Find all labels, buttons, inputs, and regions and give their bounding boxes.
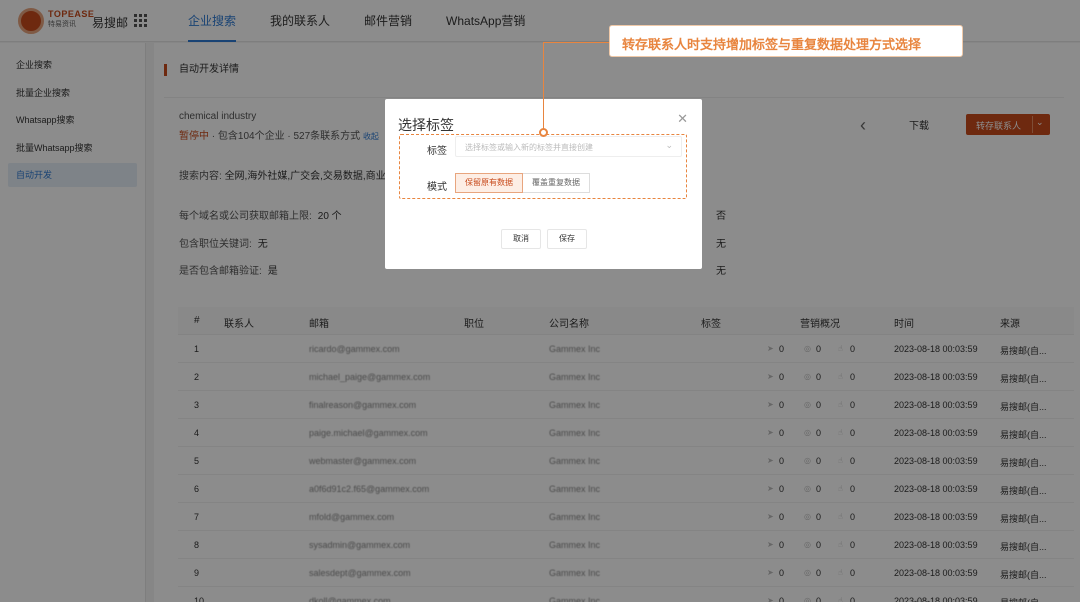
tag-select[interactable]: 选择标签或输入新的标签并直接创建 ⌄ (455, 136, 682, 157)
callout-connector (543, 42, 544, 132)
mode-overwrite-button[interactable]: 覆盖重复数据 (523, 173, 590, 193)
callout-dot (539, 128, 548, 137)
close-icon[interactable]: ✕ (677, 111, 688, 127)
modal-overlay[interactable] (0, 0, 1080, 602)
mode-toggle: 保留原有数据 覆盖重复数据 (455, 173, 590, 193)
chevron-down-icon: ⌄ (665, 140, 673, 150)
save-button[interactable]: 保存 (547, 229, 587, 249)
callout-text: 转存联系人时支持增加标签与重复数据处理方式选择 (622, 37, 922, 52)
mode-keep-button[interactable]: 保留原有数据 (455, 173, 523, 193)
tag-label: 标签 (427, 146, 447, 157)
callout-box: 转存联系人时支持增加标签与重复数据处理方式选择 (609, 25, 963, 57)
callout-connector-h (543, 42, 609, 43)
cancel-button[interactable]: 取消 (501, 229, 541, 249)
mode-label: 模式 (427, 182, 447, 193)
dialog-title: 选择标签 (398, 117, 454, 133)
tag-select-placeholder: 选择标签或输入新的标签并直接创建 (465, 143, 593, 152)
